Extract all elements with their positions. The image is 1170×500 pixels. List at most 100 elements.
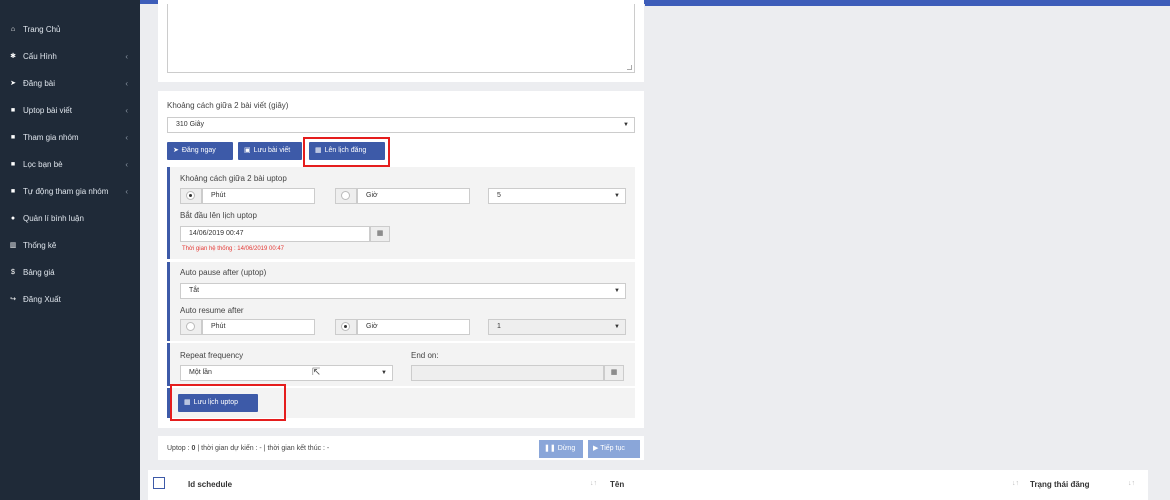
sidebar-item-label: Cấu Hình: [23, 52, 57, 61]
chevron-down-icon: ▼: [381, 370, 387, 376]
uptop-interval-select[interactable]: 5 ▼: [488, 188, 626, 204]
post-content-textarea[interactable]: [167, 4, 635, 73]
radio-hour[interactable]: [341, 191, 350, 200]
chevron-down-icon: ▼: [614, 324, 620, 330]
sidebar-item-label: Quản lí bình luận: [23, 214, 84, 223]
sidebar-item[interactable]: ➤ Đăng bài ‹: [0, 74, 140, 94]
repeat-label: Repeat frequency: [180, 351, 244, 360]
col-name[interactable]: Tên: [610, 480, 624, 489]
sidebar-item-label: Tham gia nhóm: [23, 133, 79, 142]
sort-icon[interactable]: ↓↑: [1012, 480, 1019, 487]
uptop-interval-label: Khoảng cách giữa 2 bài uptop: [180, 174, 287, 183]
calendar-icon[interactable]: ▦: [370, 226, 390, 242]
home-icon: ⌂: [10, 26, 16, 33]
end-on-label: End on:: [411, 351, 439, 360]
resize-grip-icon[interactable]: [627, 65, 632, 70]
sidebar-item[interactable]: ▥ Thống kê: [0, 236, 140, 256]
highlight-box-schedule: [303, 137, 390, 167]
sidebar-item[interactable]: ● Quản lí bình luận: [0, 209, 140, 229]
sidebar-item[interactable]: ■ Tự động tham gia nhóm ‹: [0, 182, 140, 202]
col-status[interactable]: Trạng thái đăng: [1030, 480, 1090, 489]
minute-label: Phút: [211, 192, 226, 199]
square-icon: ■: [10, 134, 16, 141]
start-label: Bắt đầu lên lịch uptop: [180, 211, 257, 220]
chevron-left-icon: ‹: [125, 79, 128, 88]
hour-label: Giờ: [366, 192, 378, 199]
stop-button[interactable]: ❚❚ Dừng: [539, 440, 583, 458]
uptop-status-text: Uptop : 0 | thời gian dự kiến : - | thời…: [167, 445, 329, 452]
dollar-icon: $: [11, 269, 15, 276]
system-time: Thời gian hệ thống : 14/06/2019 00:47: [182, 246, 285, 252]
sidebar-item-label: Đăng Xuất: [23, 295, 61, 304]
post-now-button[interactable]: ➤ Đăng ngay: [167, 142, 233, 160]
start-date-input[interactable]: 14/06/2019 00:47: [180, 226, 370, 242]
interval-select-value: 310 Giây: [176, 121, 205, 128]
comment-icon: ●: [10, 215, 16, 222]
status-prefix: Uptop :: [167, 445, 192, 452]
sidebar-item[interactable]: ■ Lọc bạn bè ‹: [0, 155, 140, 175]
radio-minute[interactable]: [186, 191, 195, 200]
continue-label: Tiếp tục: [600, 445, 625, 452]
square-icon: ■: [10, 161, 16, 168]
sidebar-item[interactable]: ✱ Cấu Hình ‹: [0, 47, 140, 67]
play-icon: ▶: [593, 445, 599, 452]
start-date-value: 14/06/2019 00:47: [189, 230, 244, 237]
continue-button[interactable]: ▶ Tiếp tục: [588, 440, 640, 458]
resume-minute-label: Phút: [211, 323, 226, 330]
sidebar: ⌂ Trang Chủ ✱ Cấu Hình ‹ ➤ Đăng bài ‹ ■ Uptop bài…: [0, 0, 140, 500]
save-post-label: Lưu bài viết: [253, 147, 291, 154]
sidebar-item[interactable]: $ Bảng giá: [0, 263, 140, 283]
sidebar-item-label: Đăng bài: [23, 79, 56, 88]
chevron-down-icon: ▼: [614, 288, 620, 294]
sidebar-item-label: Bảng giá: [23, 268, 55, 277]
repeat-select[interactable]: Một lần ▼: [180, 365, 393, 381]
save-post-button[interactable]: ▣ Lưu bài viết: [238, 142, 302, 160]
select-all-checkbox[interactable]: [153, 477, 165, 489]
sidebar-item[interactable]: ■ Uptop bài viết ‹: [0, 101, 140, 121]
status-rest: | thời gian dự kiến : - | thời gian kết …: [195, 445, 330, 452]
chevron-down-icon: ▼: [614, 193, 620, 199]
sidebar-item[interactable]: ⌂ Trang Chủ: [0, 20, 140, 40]
end-on-input[interactable]: [411, 365, 604, 381]
chevron-left-icon: ‹: [125, 187, 128, 196]
resume-label: Auto resume after: [180, 306, 244, 315]
radio-resume-hour[interactable]: [341, 322, 350, 331]
resume-hour-label: Giờ: [366, 323, 378, 330]
resume-minute-field[interactable]: Phút: [202, 319, 315, 335]
send-icon: ➤: [173, 147, 179, 154]
resume-value-select[interactable]: 1 ▼: [488, 319, 626, 335]
minute-field[interactable]: Phút: [202, 188, 315, 204]
interval-label: Khoảng cách giữa 2 bài viết (giây): [167, 101, 289, 110]
radio-resume-minute[interactable]: [186, 322, 195, 331]
sort-icon[interactable]: ↓↑: [590, 480, 597, 487]
chevron-left-icon: ‹: [125, 106, 128, 115]
uptop-interval-value: 5: [497, 192, 501, 199]
gear-icon: ✱: [10, 53, 16, 60]
pause-label: Auto pause after (uptop): [180, 268, 267, 277]
col-id-schedule[interactable]: Id schedule: [188, 480, 232, 489]
sidebar-item-label: Uptop bài viết: [23, 106, 72, 115]
resume-value: 1: [497, 323, 501, 330]
chevron-down-icon: ▼: [623, 122, 629, 128]
top-header-bar: [645, 0, 1170, 6]
hour-field[interactable]: Giờ: [357, 188, 470, 204]
send-icon: ➤: [10, 80, 16, 87]
square-icon: ■: [10, 188, 16, 195]
sidebar-item[interactable]: ■ Tham gia nhóm ‹: [0, 128, 140, 148]
schedule-table: Id schedule ↓↑ Tên ↓↑ Trạng thái đăng ↓↑: [148, 470, 1148, 500]
chevron-left-icon: ‹: [125, 133, 128, 142]
interval-select[interactable]: 310 Giây ▼: [167, 117, 635, 133]
calendar-icon[interactable]: ▦: [604, 365, 624, 381]
sidebar-item[interactable]: ↪ Đăng Xuất: [0, 290, 140, 310]
sort-icon[interactable]: ↓↑: [1128, 480, 1135, 487]
save-icon: ▣: [244, 147, 251, 154]
pause-select[interactable]: Tắt ▼: [180, 283, 626, 299]
pause-icon: ❚❚: [544, 445, 556, 452]
highlight-box-save-schedule: [170, 384, 286, 421]
repeat-value: Một lần: [189, 369, 212, 376]
pause-value: Tắt: [189, 287, 200, 294]
sidebar-item-label: Trang Chủ: [23, 25, 61, 34]
chevron-left-icon: ‹: [125, 160, 128, 169]
logout-icon: ↪: [10, 296, 16, 303]
resume-hour-field[interactable]: Giờ: [357, 319, 470, 335]
